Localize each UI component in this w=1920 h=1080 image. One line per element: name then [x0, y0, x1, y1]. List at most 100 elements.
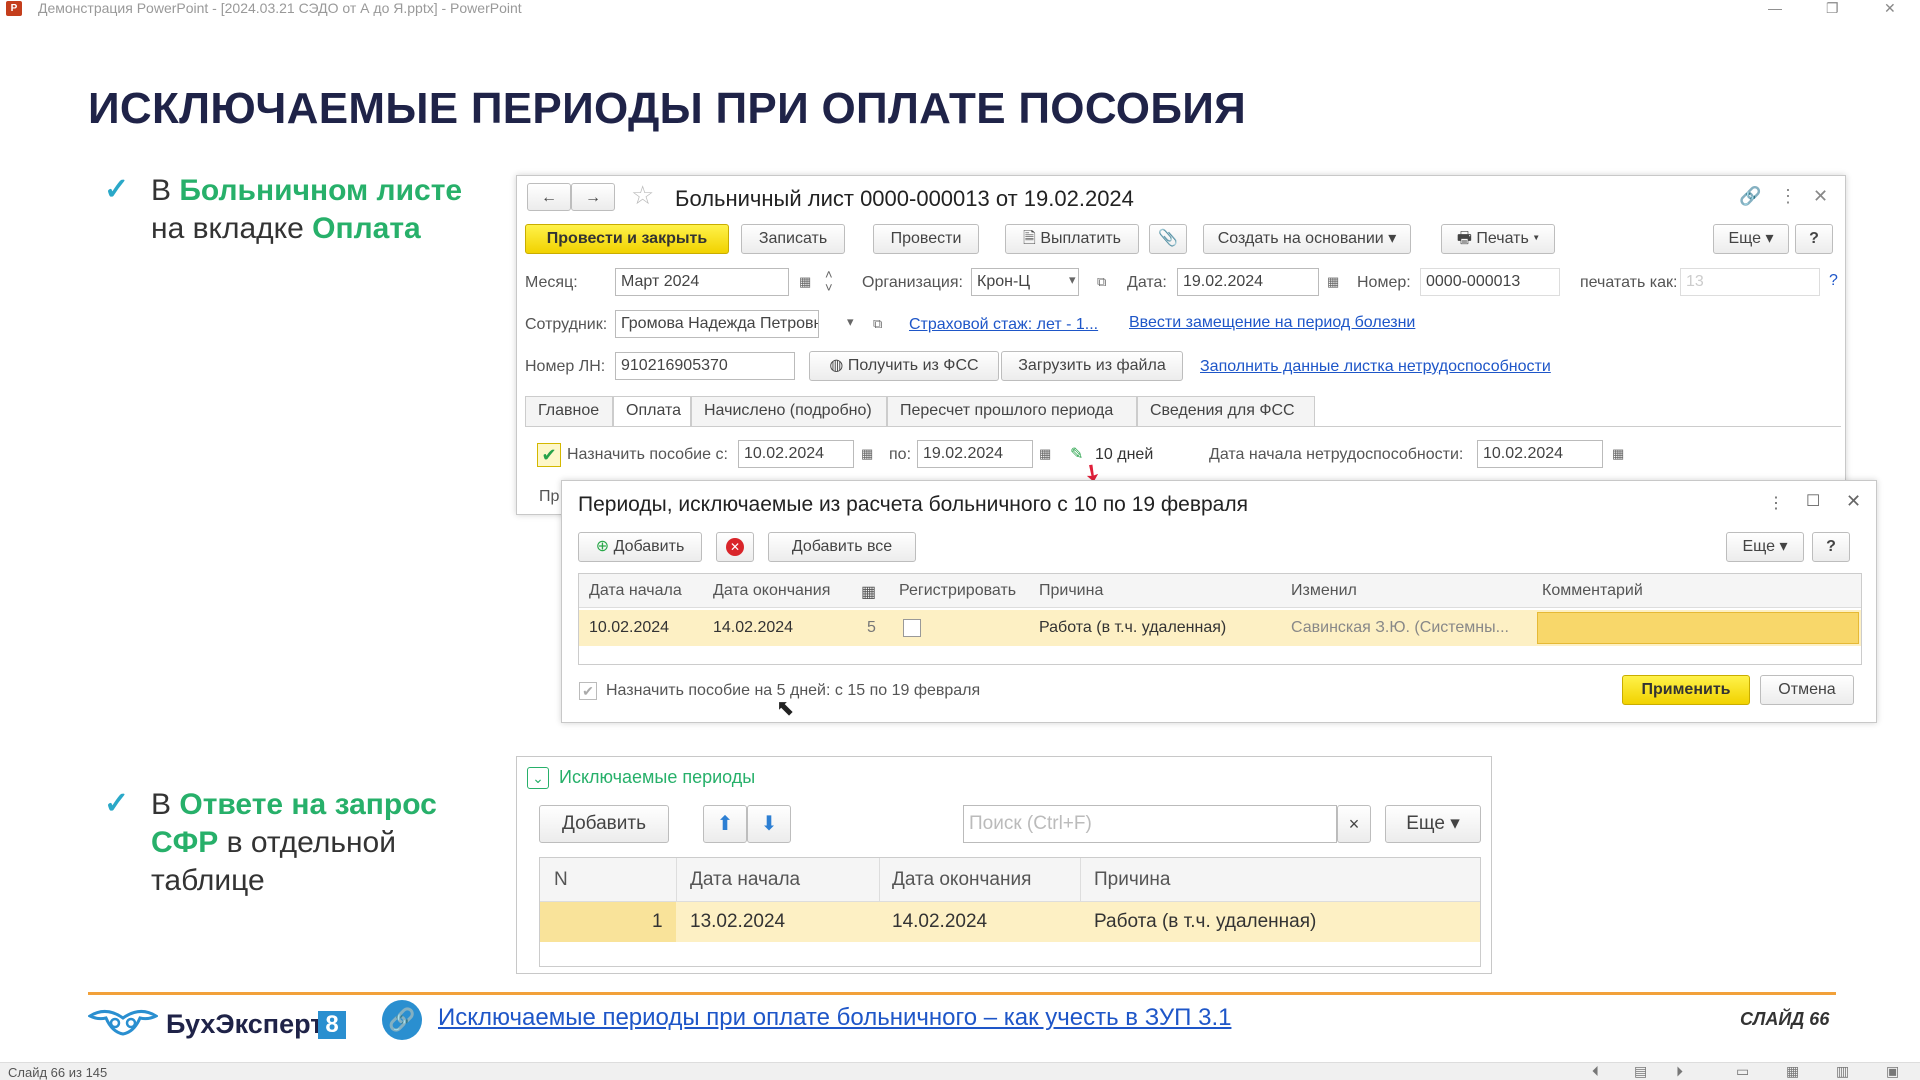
month-stepper-icon[interactable]: ˄ ˅ [825, 268, 833, 294]
open-icon[interactable]: ⧉ [873, 316, 882, 332]
number-label: Номер: [1357, 274, 1411, 291]
search-input[interactable]: Поиск (Ctrl+F) [963, 805, 1337, 843]
tab-main[interactable]: Главное [525, 396, 613, 426]
col-comment[interactable]: Комментарий [1542, 582, 1643, 600]
restore-icon[interactable]: ❐ [1826, 0, 1839, 16]
post-and-close-button[interactable]: Провести и закрыть [525, 224, 729, 254]
assign-benefit-checkbox[interactable]: ✔ [537, 443, 561, 467]
add-period-button[interactable]: ⊕ Добавить [578, 532, 702, 562]
calendar-icon[interactable]: ▦ [861, 582, 876, 602]
col-start-date[interactable]: Дата начала [690, 869, 800, 891]
link-icon[interactable]: 🔗 [382, 1000, 422, 1040]
pencil-icon[interactable]: ✎ [1070, 444, 1083, 464]
col-changed-by[interactable]: Изменил [1291, 582, 1357, 600]
cell-changed-by: Савинская З.Ю. (Системны... [1291, 619, 1509, 636]
table-row[interactable]: 1 13.02.2024 14.02.2024 Работа (в т.ч. у… [540, 902, 1480, 942]
link-icon[interactable]: 🔗 [1739, 186, 1761, 207]
create-based-on-button[interactable]: Создать на основании ▾ [1203, 224, 1411, 254]
org-field[interactable]: Крон-Ц [971, 268, 1079, 296]
paperclip-icon: 📎 [1158, 230, 1178, 247]
chevron-down-icon[interactable]: ▾ [847, 314, 854, 330]
col-end-date[interactable]: Дата окончания [713, 582, 830, 600]
help-button[interactable]: ? [1812, 532, 1850, 562]
collapse-group-icon[interactable]: ⌄ [527, 767, 549, 789]
chevron-down-icon[interactable]: ▾ [1069, 272, 1076, 288]
tab-accrued-detailed[interactable]: Начислено (подробно) [691, 396, 887, 426]
assign-from-field[interactable]: 10.02.2024 [738, 440, 854, 468]
open-icon[interactable]: ⧉ [1097, 274, 1106, 290]
more-vertical-icon[interactable]: ⋮ [1768, 493, 1784, 513]
question-icon[interactable]: ? [1829, 272, 1838, 290]
assign-days-checkbox[interactable]: ✔ [579, 682, 597, 700]
col-end-date[interactable]: Дата окончания [892, 869, 1031, 891]
tab-payment[interactable]: Оплата [613, 396, 691, 426]
col-reason[interactable]: Причина [1094, 869, 1170, 891]
minimize-icon[interactable]: — [1768, 0, 1782, 16]
print-button[interactable]: 🖶 Печать ▾ [1441, 224, 1555, 254]
date-field[interactable]: 19.02.2024 [1177, 268, 1319, 296]
number-field[interactable]: 0000-000013 [1420, 268, 1560, 296]
reading-view-icon[interactable]: ▥ [1836, 1063, 1849, 1080]
cell-reason: Работа (в т.ч. удаленная) [1094, 911, 1317, 932]
prev-slide-icon[interactable]: ⏴ [1592, 1063, 1599, 1080]
calendar-icon[interactable]: ▦ [861, 446, 873, 462]
more-button[interactable]: Еще ▾ [1713, 224, 1789, 254]
register-checkbox[interactable] [903, 619, 921, 637]
window-title: Демонстрация PowerPoint - [2024.03.21 СЭ… [38, 0, 522, 16]
print-as-field[interactable]: 13 [1680, 268, 1820, 296]
col-n[interactable]: N [554, 869, 568, 891]
get-from-fss-button[interactable]: ◍ Получить из ФСС [809, 351, 999, 381]
notes-icon[interactable]: ▤ [1634, 1063, 1647, 1080]
assign-to-field[interactable]: 19.02.2024 [917, 440, 1033, 468]
calendar-icon[interactable]: ▦ [799, 274, 811, 290]
table-row[interactable]: 10.02.2024 14.02.2024 5 Работа (в т.ч. у… [579, 610, 1861, 646]
back-button[interactable]: ← [527, 183, 571, 211]
load-from-file-button[interactable]: Загрузить из файла [1001, 351, 1183, 381]
month-field[interactable]: Март 2024 [615, 268, 789, 296]
comment-cell[interactable] [1537, 612, 1859, 644]
employee-field[interactable]: Громова Надежда Петровна [615, 310, 819, 338]
normal-view-icon[interactable]: ▭ [1736, 1063, 1749, 1080]
col-register[interactable]: Регистрировать [899, 582, 1016, 600]
close-dialog-icon[interactable]: ✕ [1846, 491, 1861, 512]
delete-button[interactable]: ✕ [716, 532, 754, 562]
calendar-icon[interactable]: ▦ [1039, 446, 1051, 462]
maximize-icon[interactable]: ☐ [1806, 491, 1820, 511]
printer-icon: 🖶 [1456, 230, 1477, 247]
more-vertical-icon[interactable]: ⋮ [1779, 186, 1797, 207]
col-start-date[interactable]: Дата начала [589, 582, 682, 600]
star-icon[interactable]: ☆ [631, 180, 654, 211]
ln-number-field[interactable]: 910216905370 [615, 352, 795, 380]
col-reason[interactable]: Причина [1039, 582, 1103, 600]
calendar-icon[interactable]: ▦ [1327, 274, 1339, 290]
next-slide-icon[interactable]: ⏵ [1676, 1063, 1683, 1080]
clear-search-button[interactable]: × [1337, 805, 1371, 843]
slide-sorter-icon[interactable]: ▦ [1786, 1063, 1799, 1080]
tab-fss-info[interactable]: Сведения для ФСС [1137, 396, 1315, 426]
close-window-icon[interactable]: ✕ [1813, 186, 1828, 207]
article-link[interactable]: Исключаемые периоды при оплате больнично… [438, 1004, 1231, 1032]
more-button[interactable]: Еще ▾ [1726, 532, 1804, 562]
more-button[interactable]: Еще ▾ [1385, 805, 1481, 843]
tab-recalc-past-period[interactable]: Пересчет прошлого периода [887, 396, 1137, 426]
cancel-button[interactable]: Отмена [1760, 675, 1854, 705]
replacement-link[interactable]: Ввести замещение на период болезни [1129, 314, 1415, 332]
attach-button[interactable]: 📎 [1149, 224, 1187, 254]
start-date-field[interactable]: 10.02.2024 [1477, 440, 1603, 468]
save-button[interactable]: Записать [741, 224, 845, 254]
insurance-experience-link[interactable]: Страховой стаж: лет - 1... [909, 316, 1098, 334]
add-all-button[interactable]: Добавить все [768, 532, 916, 562]
slideshow-icon[interactable]: ▣ [1886, 1063, 1899, 1080]
sick-leave-window: ← → ☆ Больничный лист 0000-000013 от 19.… [516, 175, 1846, 515]
move-up-button[interactable]: ⬆ [703, 805, 747, 843]
add-button[interactable]: Добавить [539, 805, 669, 843]
move-down-button[interactable]: ⬇ [747, 805, 791, 843]
fill-sheet-data-link[interactable]: Заполнить данные листка нетрудоспособнос… [1200, 358, 1551, 376]
apply-button[interactable]: Применить [1622, 675, 1750, 705]
forward-button[interactable]: → [571, 183, 615, 211]
help-button[interactable]: ? [1795, 224, 1833, 254]
close-icon[interactable]: ✕ [1884, 0, 1896, 16]
post-button[interactable]: Провести [873, 224, 979, 254]
pay-button[interactable]: 🗎 Выплатить [1005, 224, 1139, 254]
calendar-icon[interactable]: ▦ [1612, 446, 1624, 462]
